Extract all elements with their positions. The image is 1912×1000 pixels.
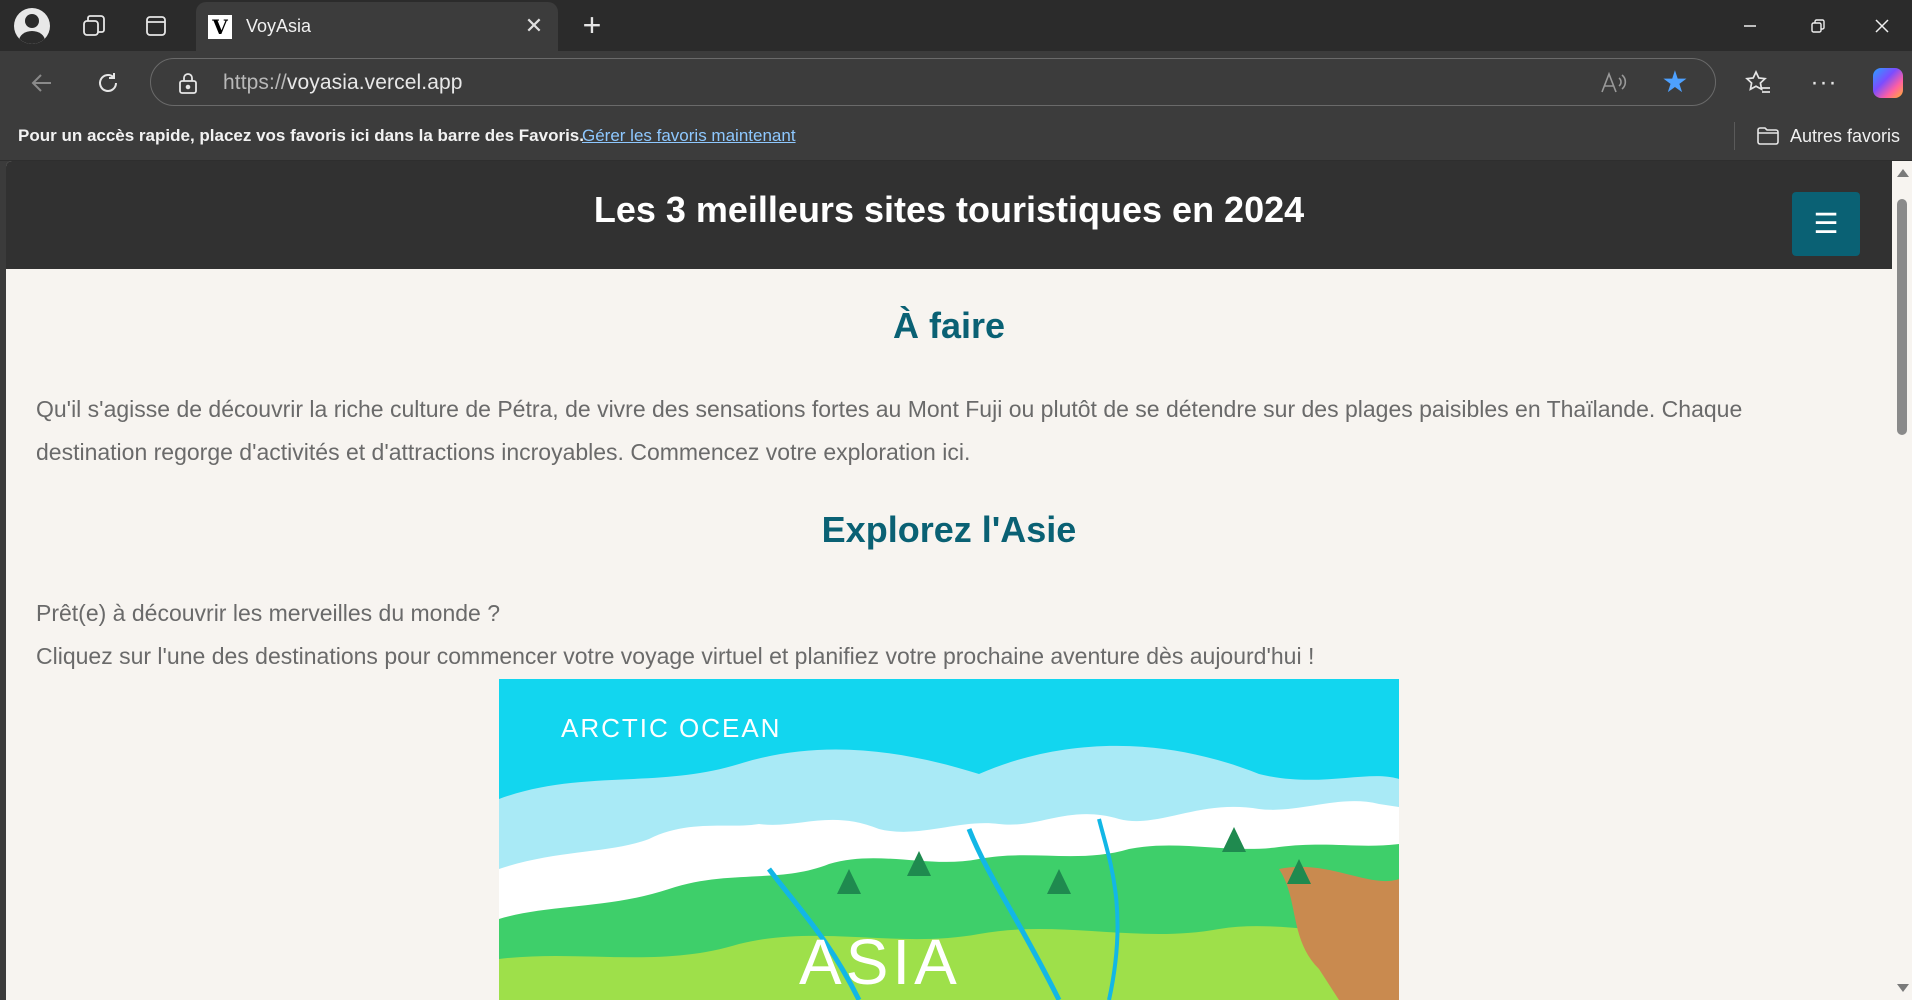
tab-actions-icon[interactable] [138,8,174,44]
page-viewport: Les 3 meilleurs sites touristiques en 20… [6,161,1892,1000]
folder-icon [1757,127,1779,145]
close-tab-icon[interactable]: ✕ [522,15,546,39]
scroll-up-arrow-icon[interactable] [1897,169,1909,177]
page-scrollbar[interactable] [1892,161,1912,1000]
section-a-faire-text: Qu'il s'agisse de découvrir la riche cul… [36,396,1743,465]
close-window-button[interactable] [1852,0,1912,51]
map-continent-label: ASIA [799,926,961,998]
lock-icon[interactable] [177,71,199,95]
reload-button[interactable] [88,63,128,103]
asia-map-image[interactable]: ARCTIC OCEAN ASIA [499,679,1399,1000]
copilot-icon[interactable] [1868,63,1908,103]
minimize-button[interactable] [1716,0,1784,51]
manage-favorites-link[interactable]: Gérer les favoris maintenant [582,126,796,146]
explorez-instruction-line: Cliquez sur l'une des destinations pour … [36,643,1315,669]
workspaces-icon[interactable] [76,8,112,44]
url-text[interactable]: https://voyasia.vercel.app [223,71,463,95]
active-tab[interactable]: V VoyAsia ✕ [196,2,558,51]
favorites-button[interactable] [1738,63,1778,103]
site-favicon-icon: V [208,15,232,39]
new-tab-button[interactable]: + [574,8,610,44]
hamburger-menu-button[interactable]: ☰ [1792,192,1860,256]
scrollbar-thumb[interactable] [1897,199,1907,435]
tab-title: VoyAsia [246,16,312,36]
favorites-divider [1734,122,1735,150]
section-title-a-faire: À faire [892,305,1006,346]
scroll-down-arrow-icon[interactable] [1897,984,1909,992]
profile-icon[interactable] [14,8,50,44]
more-options-icon[interactable]: ··· [1804,63,1844,103]
address-bar[interactable]: https://voyasia.vercel.app ★ [150,58,1716,106]
back-button[interactable] [22,63,62,103]
explorez-intro-line: Prêt(e) à découvrir les merveilles du mo… [36,600,501,626]
other-favorites-label: Autres favoris [1790,125,1901,146]
favorite-star-icon[interactable]: ★ [1659,67,1691,99]
favorites-bar-prompt: Pour un accès rapide, placez vos favoris… [18,126,584,145]
restore-button[interactable] [1784,0,1852,51]
site-header: Les 3 meilleurs sites touristiques en 20… [6,161,1892,269]
page-title: Les 3 meilleurs sites touristiques en 20… [593,189,1305,230]
browser-titlebar: V VoyAsia ✕ + [0,0,1912,51]
navigation-bar: https://voyasia.vercel.app ★ ··· [0,51,1912,111]
favorites-bar: Pour un accès rapide, placez vos favoris… [0,111,1912,161]
map-ocean-label: ARCTIC OCEAN [561,713,781,743]
section-title-explorez: Explorez l'Asie [821,509,1077,550]
other-favorites-button[interactable]: Autres favoris [1756,121,1900,151]
read-aloud-icon[interactable] [1599,70,1627,96]
